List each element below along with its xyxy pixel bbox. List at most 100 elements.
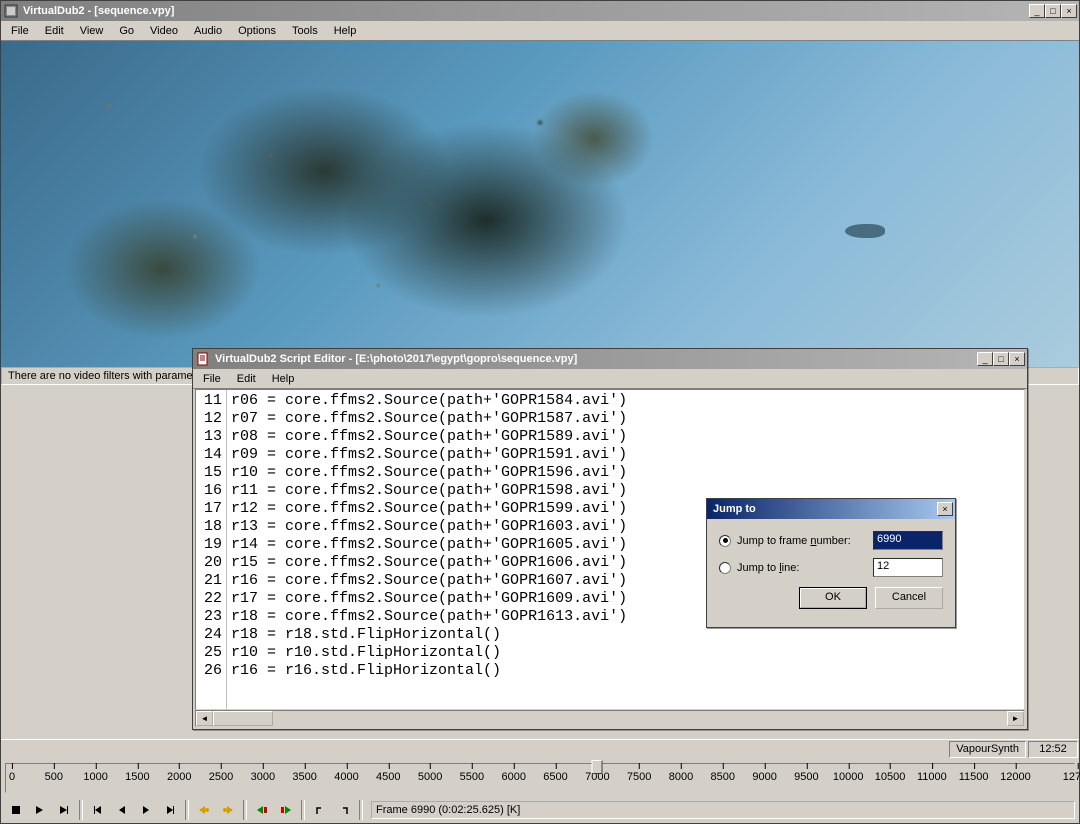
jump-titlebar[interactable]: Jump to × <box>707 499 955 519</box>
go-start-button[interactable] <box>87 799 109 821</box>
timeline-tick-label: 10500 <box>875 771 906 783</box>
code-line[interactable]: r09 = core.ffms2.Source(path+'GOPR1591.a… <box>231 446 627 464</box>
timeline-tick-label: 4000 <box>334 771 358 783</box>
step-fwd-button[interactable] <box>135 799 157 821</box>
editor-titlebar[interactable]: VirtualDub2 Script Editor - [E:\photo\20… <box>193 349 1027 369</box>
video-preview[interactable] <box>1 41 1079 367</box>
timeline-tick-label: 11500 <box>959 771 989 783</box>
timeline-tick: 7500 <box>627 764 651 783</box>
timeline-tick: 5000 <box>418 764 442 783</box>
radio-frame[interactable] <box>719 535 731 547</box>
ok-button[interactable]: OK <box>799 587 867 609</box>
editor-hscrollbar[interactable]: ◄ ► <box>195 710 1025 727</box>
menu-video[interactable]: Video <box>142 23 186 39</box>
mark-out-button[interactable] <box>333 799 355 821</box>
transport-toolbar: Frame 6990 (0:02:25.625) [K] <box>1 797 1079 823</box>
code-line[interactable]: r08 = core.ffms2.Source(path+'GOPR1589.a… <box>231 428 627 446</box>
timeline-tick-label: 2000 <box>167 771 191 783</box>
editor-maximize-button[interactable]: □ <box>993 352 1009 366</box>
main-titlebar[interactable]: VirtualDub2 - [sequence.vpy] _ □ × <box>1 1 1079 21</box>
code-line[interactable]: r07 = core.ffms2.Source(path+'GOPR1587.a… <box>231 410 627 428</box>
scene-next-button[interactable] <box>275 799 297 821</box>
close-button[interactable]: × <box>1061 4 1077 18</box>
timeline-tick: 4000 <box>334 764 358 783</box>
scroll-thumb[interactable] <box>213 711 273 726</box>
timeline-tick-label: 5500 <box>460 771 484 783</box>
timeline-tick-label: 6500 <box>543 771 567 783</box>
line-number: 23 <box>204 608 222 626</box>
line-number: 24 <box>204 626 222 644</box>
scene-prev-button[interactable] <box>251 799 273 821</box>
code-line[interactable]: r12 = core.ffms2.Source(path+'GOPR1599.a… <box>231 500 627 518</box>
editor-minimize-button[interactable]: _ <box>977 352 993 366</box>
code-line[interactable]: r18 = core.ffms2.Source(path+'GOPR1613.a… <box>231 608 627 626</box>
scroll-left-button[interactable]: ◄ <box>196 711 213 726</box>
code-line[interactable]: r11 = core.ffms2.Source(path+'GOPR1598.a… <box>231 482 627 500</box>
line-number: 20 <box>204 554 222 572</box>
code-line[interactable]: r16 = core.ffms2.Source(path+'GOPR1607.a… <box>231 572 627 590</box>
step-back-button[interactable] <box>111 799 133 821</box>
scroll-right-button[interactable]: ► <box>1007 711 1024 726</box>
timeline-tick-label: 8500 <box>711 771 735 783</box>
label-frame: Jump to frame number: <box>737 535 851 547</box>
timeline-tick: 5500 <box>460 764 484 783</box>
menu-edit[interactable]: Edit <box>37 23 72 39</box>
line-gutter: 11121314151617181920212223242526 <box>196 390 227 709</box>
menu-go[interactable]: Go <box>111 23 142 39</box>
code-line[interactable]: r16 = r16.std.FlipHorizontal() <box>231 662 627 680</box>
mark-in-button[interactable] <box>309 799 331 821</box>
editor-menu-help[interactable]: Help <box>264 371 303 387</box>
code-line[interactable]: r15 = core.ffms2.Source(path+'GOPR1606.a… <box>231 554 627 572</box>
code-line[interactable]: r06 = core.ffms2.Source(path+'GOPR1584.a… <box>231 392 627 410</box>
timeline-tick-label: 9000 <box>752 771 776 783</box>
menu-options[interactable]: Options <box>230 23 284 39</box>
line-number: 22 <box>204 590 222 608</box>
timeline-area: 0500100015002000250030003500400045005000… <box>1 759 1079 797</box>
code-line[interactable]: r17 = core.ffms2.Source(path+'GOPR1609.a… <box>231 590 627 608</box>
frame-display: Frame 6990 (0:02:25.625) [K] <box>371 801 1075 819</box>
line-number: 15 <box>204 464 222 482</box>
play-input-button[interactable] <box>29 799 51 821</box>
timeline-tick-label: 12748 <box>1063 771 1080 783</box>
key-prev-button[interactable] <box>193 799 215 821</box>
code-line[interactable]: r14 = core.ffms2.Source(path+'GOPR1605.a… <box>231 536 627 554</box>
timeline-tick-label: 11000 <box>917 771 947 783</box>
timeline-tick-label: 9500 <box>794 771 818 783</box>
timeline-tick: 6500 <box>543 764 567 783</box>
editor-status-strip: VapourSynth 12:52 <box>1 739 1079 759</box>
input-line-number[interactable]: 12 <box>873 558 943 577</box>
timeline-playhead[interactable] <box>591 760 602 776</box>
editor-menu-edit[interactable]: Edit <box>229 371 264 387</box>
code-line[interactable]: r10 = core.ffms2.Source(path+'GOPR1596.a… <box>231 464 627 482</box>
menu-audio[interactable]: Audio <box>186 23 230 39</box>
radio-line[interactable] <box>719 562 731 574</box>
minimize-button[interactable]: _ <box>1029 4 1045 18</box>
code-lines[interactable]: r06 = core.ffms2.Source(path+'GOPR1584.a… <box>227 390 631 709</box>
timeline-tick: 8500 <box>711 764 735 783</box>
timeline-tick: 12000 <box>1000 764 1031 783</box>
timeline[interactable]: 0500100015002000250030003500400045005000… <box>5 763 1075 793</box>
code-line[interactable]: r13 = core.ffms2.Source(path+'GOPR1603.a… <box>231 518 627 536</box>
cancel-button[interactable]: Cancel <box>875 587 943 609</box>
code-line[interactable]: r10 = r10.std.FlipHorizontal() <box>231 644 627 662</box>
menu-file[interactable]: File <box>3 23 37 39</box>
jump-close-button[interactable]: × <box>937 502 953 516</box>
main-title: VirtualDub2 - [sequence.vpy] <box>23 5 1029 17</box>
maximize-button[interactable]: □ <box>1045 4 1061 18</box>
stop-button[interactable] <box>5 799 27 821</box>
menu-tools[interactable]: Tools <box>284 23 326 39</box>
key-next-button[interactable] <box>217 799 239 821</box>
editor-menu-file[interactable]: File <box>195 371 229 387</box>
line-number: 19 <box>204 536 222 554</box>
go-end-button[interactable] <box>159 799 181 821</box>
input-frame-number[interactable]: 6990 <box>873 531 943 550</box>
timeline-tick: 1500 <box>125 764 149 783</box>
play-output-button[interactable] <box>53 799 75 821</box>
menu-view[interactable]: View <box>72 23 112 39</box>
menu-help[interactable]: Help <box>326 23 365 39</box>
timeline-tick-label: 0 <box>9 771 15 783</box>
timeline-tick-label: 500 <box>45 771 63 783</box>
timeline-tick: 10000 <box>833 764 864 783</box>
editor-close-button[interactable]: × <box>1009 352 1025 366</box>
code-line[interactable]: r18 = r18.std.FlipHorizontal() <box>231 626 627 644</box>
